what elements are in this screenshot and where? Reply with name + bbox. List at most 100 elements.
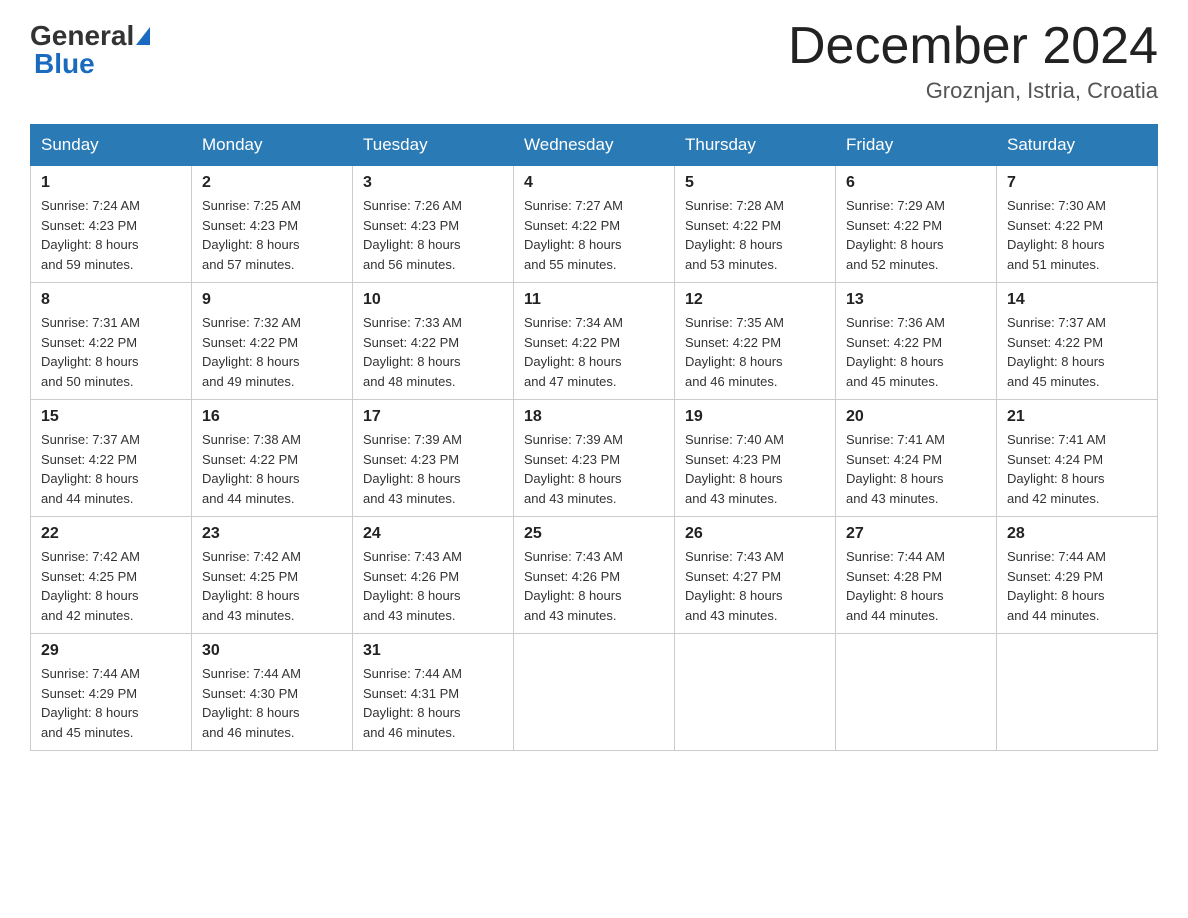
calendar-day-cell: 29 Sunrise: 7:44 AM Sunset: 4:29 PM Dayl… <box>31 634 192 751</box>
day-of-week-header: Friday <box>836 125 997 166</box>
calendar-day-cell: 31 Sunrise: 7:44 AM Sunset: 4:31 PM Dayl… <box>353 634 514 751</box>
location-text: Groznjan, Istria, Croatia <box>788 78 1158 104</box>
day-info: Sunrise: 7:41 AM Sunset: 4:24 PM Dayligh… <box>1007 432 1106 506</box>
day-number: 16 <box>202 408 342 426</box>
calendar-day-cell: 30 Sunrise: 7:44 AM Sunset: 4:30 PM Dayl… <box>192 634 353 751</box>
calendar-day-cell: 26 Sunrise: 7:43 AM Sunset: 4:27 PM Dayl… <box>675 517 836 634</box>
calendar-day-cell: 14 Sunrise: 7:37 AM Sunset: 4:22 PM Dayl… <box>997 283 1158 400</box>
calendar-day-cell: 21 Sunrise: 7:41 AM Sunset: 4:24 PM Dayl… <box>997 400 1158 517</box>
day-info: Sunrise: 7:24 AM Sunset: 4:23 PM Dayligh… <box>41 198 140 272</box>
calendar-table: SundayMondayTuesdayWednesdayThursdayFrid… <box>30 124 1158 751</box>
day-number: 13 <box>846 291 986 309</box>
calendar-day-cell: 19 Sunrise: 7:40 AM Sunset: 4:23 PM Dayl… <box>675 400 836 517</box>
day-info: Sunrise: 7:43 AM Sunset: 4:27 PM Dayligh… <box>685 549 784 623</box>
day-number: 3 <box>363 174 503 192</box>
day-of-week-header: Wednesday <box>514 125 675 166</box>
day-info: Sunrise: 7:44 AM Sunset: 4:30 PM Dayligh… <box>202 666 301 740</box>
day-number: 20 <box>846 408 986 426</box>
day-number: 10 <box>363 291 503 309</box>
calendar-day-cell <box>514 634 675 751</box>
day-number: 28 <box>1007 525 1147 543</box>
header-row: SundayMondayTuesdayWednesdayThursdayFrid… <box>31 125 1158 166</box>
day-number: 6 <box>846 174 986 192</box>
calendar-day-cell: 4 Sunrise: 7:27 AM Sunset: 4:22 PM Dayli… <box>514 166 675 283</box>
day-of-week-header: Sunday <box>31 125 192 166</box>
day-info: Sunrise: 7:44 AM Sunset: 4:31 PM Dayligh… <box>363 666 462 740</box>
calendar-day-cell: 24 Sunrise: 7:43 AM Sunset: 4:26 PM Dayl… <box>353 517 514 634</box>
day-info: Sunrise: 7:37 AM Sunset: 4:22 PM Dayligh… <box>1007 315 1106 389</box>
calendar-day-cell: 23 Sunrise: 7:42 AM Sunset: 4:25 PM Dayl… <box>192 517 353 634</box>
day-number: 11 <box>524 291 664 309</box>
day-number: 25 <box>524 525 664 543</box>
calendar-week-row: 29 Sunrise: 7:44 AM Sunset: 4:29 PM Dayl… <box>31 634 1158 751</box>
day-info: Sunrise: 7:43 AM Sunset: 4:26 PM Dayligh… <box>363 549 462 623</box>
calendar-day-cell: 20 Sunrise: 7:41 AM Sunset: 4:24 PM Dayl… <box>836 400 997 517</box>
day-info: Sunrise: 7:39 AM Sunset: 4:23 PM Dayligh… <box>363 432 462 506</box>
day-info: Sunrise: 7:43 AM Sunset: 4:26 PM Dayligh… <box>524 549 623 623</box>
day-info: Sunrise: 7:25 AM Sunset: 4:23 PM Dayligh… <box>202 198 301 272</box>
day-number: 14 <box>1007 291 1147 309</box>
month-title: December 2024 <box>788 20 1158 72</box>
day-info: Sunrise: 7:44 AM Sunset: 4:29 PM Dayligh… <box>1007 549 1106 623</box>
day-number: 22 <box>41 525 181 543</box>
day-info: Sunrise: 7:34 AM Sunset: 4:22 PM Dayligh… <box>524 315 623 389</box>
day-number: 26 <box>685 525 825 543</box>
day-number: 31 <box>363 642 503 660</box>
day-number: 24 <box>363 525 503 543</box>
day-number: 12 <box>685 291 825 309</box>
day-info: Sunrise: 7:35 AM Sunset: 4:22 PM Dayligh… <box>685 315 784 389</box>
calendar-day-cell <box>836 634 997 751</box>
day-info: Sunrise: 7:40 AM Sunset: 4:23 PM Dayligh… <box>685 432 784 506</box>
calendar-day-cell: 10 Sunrise: 7:33 AM Sunset: 4:22 PM Dayl… <box>353 283 514 400</box>
calendar-day-cell: 3 Sunrise: 7:26 AM Sunset: 4:23 PM Dayli… <box>353 166 514 283</box>
day-info: Sunrise: 7:38 AM Sunset: 4:22 PM Dayligh… <box>202 432 301 506</box>
day-info: Sunrise: 7:27 AM Sunset: 4:22 PM Dayligh… <box>524 198 623 272</box>
day-of-week-header: Thursday <box>675 125 836 166</box>
calendar-day-cell: 6 Sunrise: 7:29 AM Sunset: 4:22 PM Dayli… <box>836 166 997 283</box>
day-info: Sunrise: 7:31 AM Sunset: 4:22 PM Dayligh… <box>41 315 140 389</box>
day-info: Sunrise: 7:28 AM Sunset: 4:22 PM Dayligh… <box>685 198 784 272</box>
calendar-day-cell: 2 Sunrise: 7:25 AM Sunset: 4:23 PM Dayli… <box>192 166 353 283</box>
day-info: Sunrise: 7:37 AM Sunset: 4:22 PM Dayligh… <box>41 432 140 506</box>
day-info: Sunrise: 7:44 AM Sunset: 4:29 PM Dayligh… <box>41 666 140 740</box>
day-number: 27 <box>846 525 986 543</box>
day-number: 21 <box>1007 408 1147 426</box>
day-number: 15 <box>41 408 181 426</box>
day-info: Sunrise: 7:41 AM Sunset: 4:24 PM Dayligh… <box>846 432 945 506</box>
logo-blue-text: Blue <box>34 48 95 79</box>
day-info: Sunrise: 7:32 AM Sunset: 4:22 PM Dayligh… <box>202 315 301 389</box>
calendar-day-cell: 9 Sunrise: 7:32 AM Sunset: 4:22 PM Dayli… <box>192 283 353 400</box>
calendar-day-cell: 22 Sunrise: 7:42 AM Sunset: 4:25 PM Dayl… <box>31 517 192 634</box>
day-of-week-header: Monday <box>192 125 353 166</box>
day-info: Sunrise: 7:44 AM Sunset: 4:28 PM Dayligh… <box>846 549 945 623</box>
day-of-week-header: Tuesday <box>353 125 514 166</box>
calendar-day-cell <box>997 634 1158 751</box>
day-info: Sunrise: 7:33 AM Sunset: 4:22 PM Dayligh… <box>363 315 462 389</box>
day-number: 2 <box>202 174 342 192</box>
calendar-day-cell <box>675 634 836 751</box>
calendar-day-cell: 8 Sunrise: 7:31 AM Sunset: 4:22 PM Dayli… <box>31 283 192 400</box>
page-header: General Blue December 2024 Groznjan, Ist… <box>30 20 1158 104</box>
day-number: 8 <box>41 291 181 309</box>
day-number: 30 <box>202 642 342 660</box>
title-section: December 2024 Groznjan, Istria, Croatia <box>788 20 1158 104</box>
calendar-day-cell: 28 Sunrise: 7:44 AM Sunset: 4:29 PM Dayl… <box>997 517 1158 634</box>
calendar-day-cell: 15 Sunrise: 7:37 AM Sunset: 4:22 PM Dayl… <box>31 400 192 517</box>
logo-triangle-icon <box>136 27 150 45</box>
calendar-day-cell: 12 Sunrise: 7:35 AM Sunset: 4:22 PM Dayl… <box>675 283 836 400</box>
calendar-week-row: 1 Sunrise: 7:24 AM Sunset: 4:23 PM Dayli… <box>31 166 1158 283</box>
calendar-day-cell: 17 Sunrise: 7:39 AM Sunset: 4:23 PM Dayl… <box>353 400 514 517</box>
calendar-day-cell: 27 Sunrise: 7:44 AM Sunset: 4:28 PM Dayl… <box>836 517 997 634</box>
day-info: Sunrise: 7:36 AM Sunset: 4:22 PM Dayligh… <box>846 315 945 389</box>
calendar-day-cell: 1 Sunrise: 7:24 AM Sunset: 4:23 PM Dayli… <box>31 166 192 283</box>
calendar-week-row: 22 Sunrise: 7:42 AM Sunset: 4:25 PM Dayl… <box>31 517 1158 634</box>
calendar-day-cell: 7 Sunrise: 7:30 AM Sunset: 4:22 PM Dayli… <box>997 166 1158 283</box>
day-number: 18 <box>524 408 664 426</box>
calendar-day-cell: 13 Sunrise: 7:36 AM Sunset: 4:22 PM Dayl… <box>836 283 997 400</box>
day-of-week-header: Saturday <box>997 125 1158 166</box>
day-number: 29 <box>41 642 181 660</box>
day-number: 9 <box>202 291 342 309</box>
calendar-day-cell: 11 Sunrise: 7:34 AM Sunset: 4:22 PM Dayl… <box>514 283 675 400</box>
day-number: 23 <box>202 525 342 543</box>
day-info: Sunrise: 7:26 AM Sunset: 4:23 PM Dayligh… <box>363 198 462 272</box>
